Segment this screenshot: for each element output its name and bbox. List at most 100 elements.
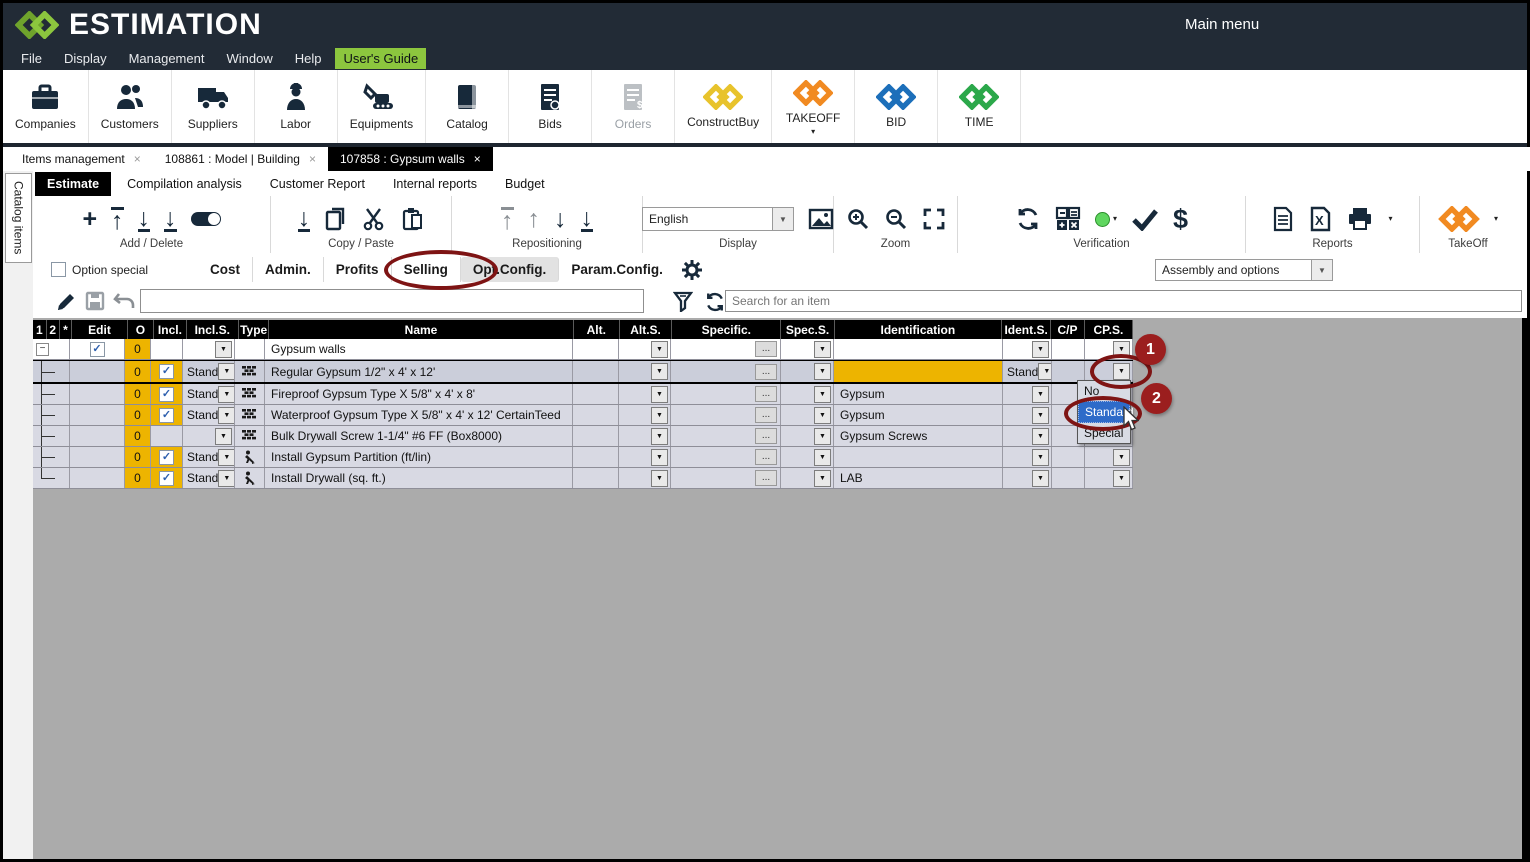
identification-cell[interactable]: Gypsum Screws: [834, 426, 1003, 446]
option-special-control[interactable]: Option special: [51, 262, 148, 277]
chevron-down-icon[interactable]: ▾: [1494, 217, 1498, 221]
name-cell[interactable]: Waterproof Gypsum Type X 5/8" x 4' x 12'…: [265, 405, 573, 425]
move-bottom-icon[interactable]: ↓: [581, 207, 594, 232]
tab-gypsum-walls[interactable]: 107858 : Gypsum walls ×: [328, 147, 493, 171]
toolbar-suppliers[interactable]: Suppliers: [172, 70, 255, 143]
incl-checkbox[interactable]: [159, 364, 174, 379]
chevron-down-icon[interactable]: ▼: [651, 449, 668, 466]
admin-button[interactable]: Admin.: [253, 257, 324, 282]
ellipsis-button[interactable]: ...: [755, 407, 777, 423]
name-cell[interactable]: Bulk Drywall Screw 1-1/4" #6 FF (Box8000…: [265, 426, 573, 446]
ellipsis-button[interactable]: ...: [755, 386, 777, 402]
dollar-icon[interactable]: $: [1173, 204, 1188, 235]
chevron-down-icon[interactable]: ▼: [215, 341, 232, 358]
chevron-down-icon[interactable]: ▼: [218, 386, 235, 403]
chevron-down-icon[interactable]: ▼: [1113, 449, 1130, 466]
toggle-switch-icon[interactable]: [191, 212, 221, 226]
edit-pencil-icon[interactable]: [55, 291, 77, 313]
o-cell[interactable]: 0: [125, 384, 151, 404]
ellipsis-button[interactable]: ...: [755, 449, 777, 465]
col-cp-s[interactable]: CP.S.: [1085, 320, 1133, 339]
chevron-down-icon[interactable]: ▼: [651, 470, 668, 487]
table-row[interactable]: 0 Stand▼ Waterproof Gypsum Type X 5/8" x…: [33, 405, 1133, 426]
close-icon[interactable]: ×: [474, 152, 481, 166]
chevron-down-icon[interactable]: ▼: [1032, 341, 1049, 358]
toolbar-catalog[interactable]: Catalog: [426, 70, 509, 143]
param-config-button[interactable]: Param.Config.: [559, 257, 675, 282]
chevron-down-icon[interactable]: ▼: [1032, 407, 1049, 424]
table-row-selected[interactable]: 0 Stand▼ Regular Gypsum 1/2" x 4' x 12' …: [33, 360, 1133, 384]
chevron-down-icon[interactable]: ▼: [218, 363, 235, 380]
o-cell[interactable]: 0: [125, 361, 151, 382]
o-cell[interactable]: 0: [125, 426, 151, 446]
chevron-down-icon[interactable]: ▼: [814, 470, 831, 487]
chevron-down-icon[interactable]: ▼: [1032, 386, 1049, 403]
chevron-down-icon[interactable]: ▾: [1388, 217, 1392, 221]
identification-cell-active[interactable]: [834, 361, 1003, 382]
chevron-down-icon[interactable]: ▼: [651, 341, 668, 358]
toolbar-bids[interactable]: Bids: [509, 70, 592, 143]
col-type[interactable]: Type: [239, 320, 270, 339]
name-cell[interactable]: Install Gypsum Partition (ft/lin): [265, 447, 573, 467]
ellipsis-button[interactable]: ...: [755, 364, 777, 380]
col-identification[interactable]: Identification: [835, 320, 1002, 339]
fullscreen-icon[interactable]: [922, 207, 946, 231]
close-icon[interactable]: ×: [134, 152, 141, 166]
toolbar-companies[interactable]: Companies: [3, 70, 89, 143]
identification-cell[interactable]: LAB: [834, 468, 1003, 488]
table-row[interactable]: 0 ▼ Bulk Drywall Screw 1-1/4" #6 FF (Box…: [33, 426, 1133, 447]
chevron-down-icon[interactable]: ▼: [814, 386, 831, 403]
toolbar-constructbuy[interactable]: ConstructBuy: [675, 70, 772, 143]
name-cell[interactable]: Gypsum walls: [265, 339, 573, 359]
chevron-down-icon[interactable]: ▾: [1113, 217, 1117, 221]
close-icon[interactable]: ×: [309, 152, 316, 166]
chevron-down-icon[interactable]: ▼: [1311, 260, 1332, 280]
copy-icon[interactable]: [324, 206, 348, 232]
name-cell[interactable]: Fireproof Gypsum Type X 5/8" x 4' x 8': [265, 384, 573, 404]
chevron-down-icon[interactable]: ▼: [651, 428, 668, 445]
chevron-down-icon[interactable]: ▼: [814, 449, 831, 466]
tab-budget[interactable]: Budget: [493, 172, 557, 196]
delete-row-icon[interactable]: ↓: [138, 207, 151, 232]
incl-checkbox[interactable]: [159, 450, 174, 465]
toolbar-equipments[interactable]: Equipments: [338, 70, 426, 143]
col-o[interactable]: O: [128, 320, 155, 339]
incl-checkbox[interactable]: [159, 408, 174, 423]
col-star[interactable]: *: [60, 320, 73, 339]
tab-items-management[interactable]: Items management ×: [10, 147, 153, 171]
table-row[interactable]: 0 Stand▼ Install Gypsum Partition (ft/li…: [33, 447, 1133, 468]
incl-checkbox[interactable]: [159, 471, 174, 486]
chevron-down-icon[interactable]: ▼: [218, 470, 235, 487]
refresh-sync-icon[interactable]: [1015, 206, 1041, 232]
col-2[interactable]: 2: [47, 320, 60, 339]
menu-users-guide[interactable]: User's Guide: [335, 48, 426, 69]
status-indicator-icon[interactable]: [1095, 212, 1110, 227]
table-row[interactable]: − 0 ▼ Gypsum walls ▼ ... ▼ ▼ ▼: [33, 339, 1133, 360]
col-alt-s[interactable]: Alt.S.: [620, 320, 672, 339]
ellipsis-button[interactable]: ...: [755, 428, 777, 444]
toolbar-customers[interactable]: Customers: [89, 70, 172, 143]
toolbar-takeoff[interactable]: TAKEOFF ▾: [772, 70, 855, 143]
toolbar-labor[interactable]: Labor: [255, 70, 338, 143]
name-cell[interactable]: Install Drywall (sq. ft.): [265, 468, 573, 488]
tab-estimate[interactable]: Estimate: [35, 172, 111, 196]
chevron-down-icon[interactable]: ▾: [811, 130, 815, 134]
menu-file[interactable]: File: [13, 48, 50, 69]
tab-compilation-analysis[interactable]: Compilation analysis: [115, 172, 254, 196]
search-input[interactable]: [725, 290, 1522, 312]
move-top-icon[interactable]: ↑: [501, 207, 514, 232]
save-floppy-icon[interactable]: [85, 291, 105, 311]
chevron-down-icon[interactable]: ▼: [1032, 428, 1049, 445]
zoom-out-icon[interactable]: [884, 207, 908, 231]
calculator-grid-icon[interactable]: [1055, 206, 1081, 232]
refresh-icon[interactable]: [704, 291, 726, 313]
catalog-items-side-tab[interactable]: Catalog items: [5, 173, 32, 263]
edit-checkbox[interactable]: [90, 342, 105, 357]
report-document-icon[interactable]: [1272, 206, 1294, 232]
col-alt[interactable]: Alt.: [574, 320, 620, 339]
col-incl-s[interactable]: Incl.S.: [187, 320, 239, 339]
undo-icon[interactable]: [113, 291, 135, 311]
chevron-down-icon[interactable]: ▼: [814, 363, 831, 380]
move-down-icon[interactable]: ↓: [554, 206, 567, 232]
ellipsis-button[interactable]: ...: [755, 470, 777, 486]
